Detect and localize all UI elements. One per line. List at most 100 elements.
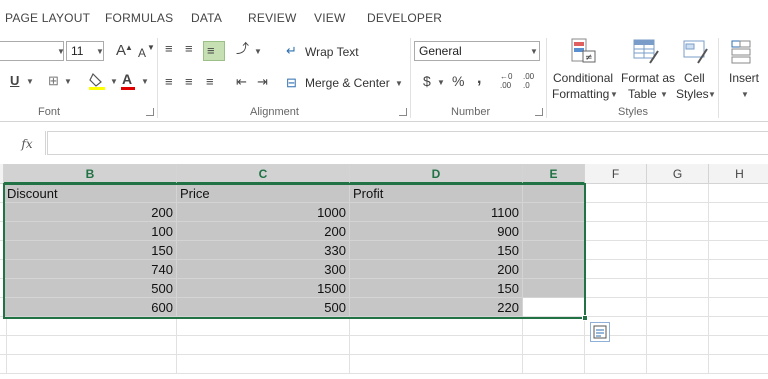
tab-review[interactable]: REVIEW — [248, 11, 297, 25]
table-cell[interactable]: 330 — [177, 241, 350, 260]
tab-page-layout[interactable]: PAGE LAYOUT — [5, 11, 90, 25]
cell-styles-chevron-icon[interactable]: ▼ — [708, 90, 716, 99]
formula-input[interactable] — [47, 131, 768, 155]
align-left-icon[interactable]: ≡ — [165, 74, 173, 90]
grid-cell[interactable] — [585, 241, 647, 260]
grid-cell[interactable] — [4, 317, 177, 336]
grid-cell[interactable] — [585, 279, 647, 298]
table-cell[interactable]: 150 — [350, 279, 523, 298]
insert-cells-icon[interactable] — [731, 39, 755, 65]
grid-cell[interactable] — [177, 317, 350, 336]
grid-cell[interactable] — [709, 298, 768, 317]
grid-cell[interactable] — [523, 203, 585, 222]
borders-icon[interactable]: ⊞ — [48, 73, 59, 89]
format-as-table-icon[interactable] — [632, 37, 660, 65]
grid-cell[interactable] — [4, 355, 177, 374]
insert-chevron-icon[interactable]: ▼ — [741, 90, 749, 99]
orientation-icon[interactable]: ⤴ — [236, 41, 249, 57]
grid-cell[interactable] — [585, 203, 647, 222]
orientation-chevron-icon[interactable]: ▼ — [254, 47, 262, 56]
grid-cell[interactable] — [350, 355, 523, 374]
grid-cell[interactable] — [709, 336, 768, 355]
cell-styles-label-2[interactable]: Styles — [676, 87, 709, 101]
column-header-b[interactable]: B — [4, 164, 177, 184]
number-format-chevron-icon[interactable]: ▼ — [530, 47, 538, 56]
format-as-table-chevron-icon[interactable]: ▼ — [660, 90, 668, 99]
column-header-h[interactable]: H — [709, 164, 768, 184]
grid-cell[interactable] — [647, 279, 709, 298]
decrease-decimal-icon[interactable]: .00.0 — [523, 72, 534, 90]
table-header-cell[interactable]: Profit — [350, 184, 523, 203]
grid-cell[interactable] — [350, 336, 523, 355]
grid-cell[interactable] — [647, 336, 709, 355]
grid-cell[interactable] — [647, 203, 709, 222]
font-size-chevron-icon[interactable]: ▼ — [96, 47, 104, 56]
decrease-indent-icon[interactable]: ⇤ — [236, 74, 247, 90]
column-header-d[interactable]: D — [350, 164, 523, 184]
grid-cell[interactable] — [523, 241, 585, 260]
table-cell[interactable]: 600 — [4, 298, 177, 317]
merge-center-button[interactable]: Merge & Center — [305, 76, 390, 90]
table-cell[interactable]: 150 — [350, 241, 523, 260]
table-cell[interactable]: 200 — [4, 203, 177, 222]
fill-color-icon[interactable] — [88, 71, 108, 91]
grid-cell[interactable] — [709, 241, 768, 260]
grid-cell[interactable] — [523, 279, 585, 298]
underline-button[interactable]: U — [10, 73, 19, 89]
table-cell[interactable]: 740 — [4, 260, 177, 279]
grid-cell[interactable] — [523, 260, 585, 279]
merge-center-icon[interactable]: ⊟ — [286, 75, 297, 91]
grid-cell[interactable] — [585, 222, 647, 241]
increase-decimal-icon[interactable]: ←0.00 — [500, 72, 512, 90]
tab-formulas[interactable]: FORMULAS — [105, 11, 173, 25]
column-header-c[interactable]: C — [177, 164, 350, 184]
align-top-icon[interactable]: ≡ — [165, 41, 173, 57]
table-header-cell[interactable]: Price — [177, 184, 350, 203]
grid-cell[interactable] — [647, 241, 709, 260]
grid-cell[interactable] — [4, 336, 177, 355]
conditional-formatting-label-2[interactable]: Formatting — [552, 87, 609, 101]
grid-cell[interactable] — [709, 203, 768, 222]
number-dialog-launcher-icon[interactable] — [535, 108, 543, 116]
grid-cell[interactable] — [709, 355, 768, 374]
cell-styles-label-1[interactable]: Cell — [684, 71, 705, 85]
insert-button[interactable]: Insert — [729, 71, 759, 85]
currency-button[interactable]: $ — [423, 73, 431, 89]
grid-cell[interactable] — [647, 317, 709, 336]
grid-cell[interactable] — [177, 336, 350, 355]
tab-developer[interactable]: DEVELOPER — [367, 11, 442, 25]
tab-view[interactable]: VIEW — [314, 11, 345, 25]
conditional-formatting-label-1[interactable]: Conditional — [553, 71, 613, 85]
grid-cell[interactable] — [523, 317, 585, 336]
grid-cell[interactable] — [647, 222, 709, 241]
quick-analysis-button[interactable] — [590, 322, 610, 342]
grid-cell[interactable] — [647, 184, 709, 203]
grid-cell[interactable] — [709, 317, 768, 336]
underline-chevron-icon[interactable]: ▼ — [26, 77, 34, 86]
alignment-dialog-launcher-icon[interactable] — [399, 108, 407, 116]
column-header-e[interactable]: E — [523, 164, 585, 184]
format-as-table-label-2[interactable]: Table — [628, 87, 657, 101]
grid-cell[interactable] — [709, 260, 768, 279]
grid-cell[interactable] — [523, 184, 585, 203]
grid-cell[interactable] — [709, 279, 768, 298]
conditional-formatting-chevron-icon[interactable]: ▼ — [610, 90, 618, 99]
cell-styles-icon[interactable] — [682, 37, 710, 65]
table-cell[interactable]: 900 — [350, 222, 523, 241]
grid-cell[interactable] — [647, 260, 709, 279]
grid-cell[interactable] — [647, 355, 709, 374]
align-right-icon[interactable]: ≡ — [206, 74, 214, 90]
percent-button[interactable]: % — [452, 73, 464, 89]
font-name-chevron-icon[interactable]: ▼ — [57, 47, 65, 56]
conditional-formatting-icon[interactable]: ≠ — [570, 37, 598, 65]
table-cell[interactable]: 300 — [177, 260, 350, 279]
table-cell[interactable]: 1100 — [350, 203, 523, 222]
active-cell[interactable] — [523, 298, 585, 317]
table-header-cell[interactable]: Discount — [4, 184, 177, 203]
tab-data[interactable]: DATA — [191, 11, 222, 25]
table-cell[interactable]: 200 — [350, 260, 523, 279]
align-middle-icon[interactable]: ≡ — [185, 41, 193, 57]
font-color-icon[interactable]: A — [122, 71, 132, 87]
fill-color-chevron-icon[interactable]: ▼ — [110, 77, 118, 86]
font-name-dropdown[interactable] — [0, 41, 64, 61]
